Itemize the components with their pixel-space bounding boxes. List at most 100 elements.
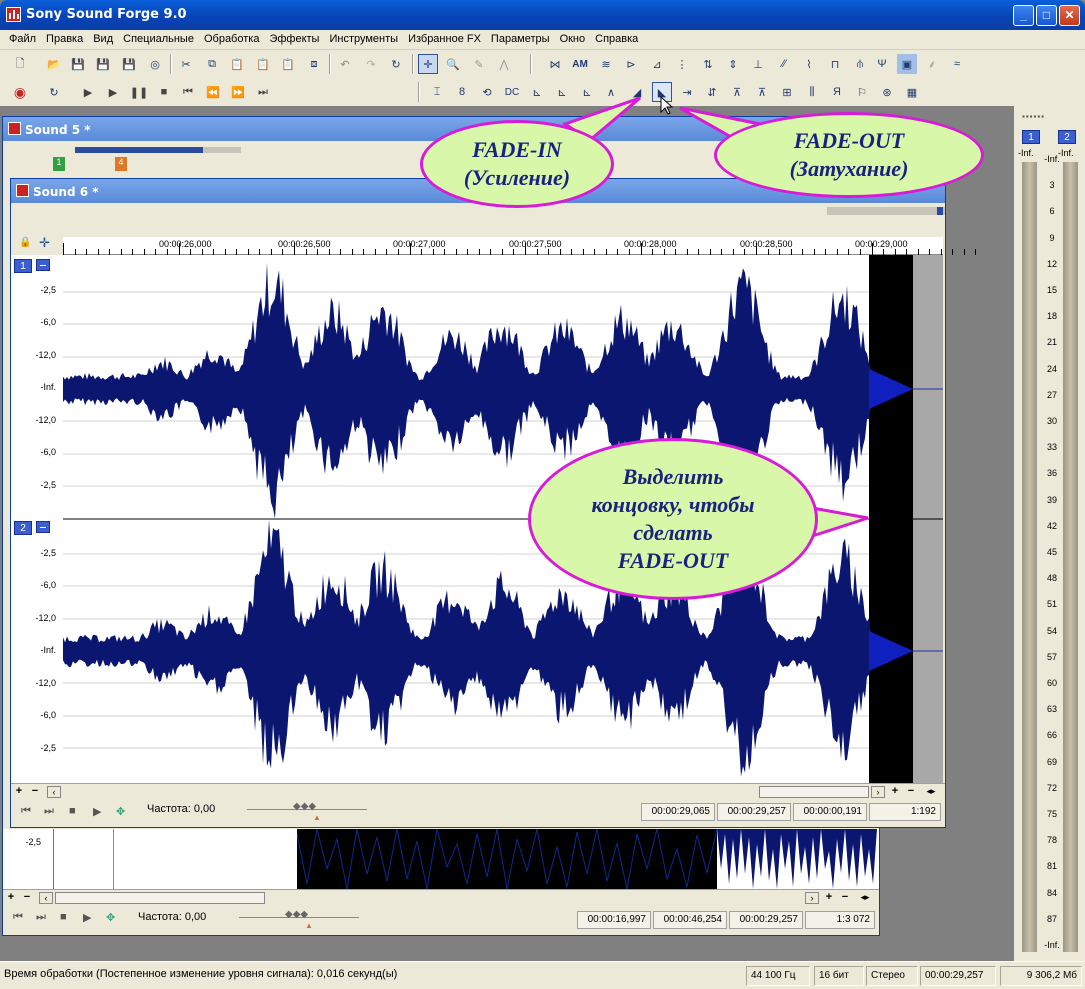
scroll-left-button[interactable]: ‹ [47, 786, 61, 798]
menu-window[interactable]: Окно [555, 30, 591, 49]
reverb-icon[interactable]: ⊓ [825, 54, 845, 74]
scroll-thumb[interactable] [55, 892, 265, 904]
scrub-icon[interactable]: ✥ [106, 911, 115, 924]
close-button[interactable]: ✕ [1059, 5, 1080, 26]
sound6-overview[interactable] [11, 203, 945, 217]
bit-depth[interactable]: 16 бит [814, 966, 864, 986]
copy-icon[interactable]: ⧉ [202, 54, 222, 74]
chorus-icon[interactable]: ≋ [596, 54, 616, 74]
go-to-end-icon[interactable]: ⏭ [36, 911, 46, 924]
forward-icon[interactable]: ⏩ [228, 82, 248, 102]
paragraphic-eq-icon[interactable]: ⊾ [552, 82, 572, 102]
bend-icon[interactable]: ⌇ [799, 54, 819, 74]
lock-icon[interactable]: 🔒 [19, 237, 31, 248]
menu-effects[interactable]: Эффекты [264, 30, 324, 49]
repeat-icon[interactable]: ↻ [386, 54, 406, 74]
sample-rate[interactable]: 44 100 Гц [746, 966, 810, 986]
delay-icon[interactable]: ⊿ [647, 54, 667, 74]
edit-tool-icon[interactable]: ✛ [418, 54, 438, 74]
insert-silence-icon[interactable]: ⌶ [427, 82, 447, 102]
mute-icon[interactable]: ⊼ [727, 82, 747, 102]
zoom-out-button[interactable]: − [905, 786, 917, 798]
play-icon[interactable]: ▶ [83, 911, 91, 924]
marker-1[interactable]: 1 [53, 157, 65, 171]
go-to-end-icon[interactable]: ⏭ [44, 805, 54, 818]
zoom-in-button[interactable]: + [13, 786, 25, 798]
rate-slider-thumb[interactable]: ◆◆◆ [293, 801, 316, 812]
volume-icon[interactable]: ▦ [902, 82, 922, 102]
vibrato-icon[interactable]: ⫛ [850, 54, 870, 74]
sound6-scrollbar[interactable]: + − ‹ › + − ◂▸ [11, 783, 945, 799]
scrub-icon[interactable]: ✥ [116, 805, 125, 818]
compressor-icon[interactable]: ⊳ [621, 54, 641, 74]
play-icon[interactable]: ▶ [103, 82, 123, 102]
time-ruler[interactable]: 00:00:26,000 00:00:26,500 00:00:27,000 0… [63, 237, 977, 255]
menu-favorites-fx[interactable]: Избранное FX [403, 30, 486, 49]
feather-icon[interactable]: ⸙ [922, 54, 942, 74]
mix-icon[interactable]: 📋 [253, 54, 273, 74]
menu-edit[interactable]: Правка [41, 30, 88, 49]
pencil-tool-icon[interactable]: ✎ [469, 54, 489, 74]
normalize-icon[interactable]: ⊼ [752, 82, 772, 102]
zoom-in-button[interactable]: + [5, 892, 17, 904]
marker-4[interactable]: 4 [115, 157, 127, 171]
envelope-icon[interactable]: ⋈ [545, 54, 565, 74]
noise-gate-icon[interactable]: ≈ [947, 54, 967, 74]
channels-mode[interactable]: Стерео [866, 966, 918, 986]
save-icon[interactable]: 💾 [68, 54, 88, 74]
menu-help[interactable]: Справка [590, 30, 643, 49]
play-icon[interactable]: ▶ [93, 805, 101, 818]
minimize-button[interactable]: _ [1013, 5, 1034, 26]
channel-1-button[interactable]: 1 [14, 259, 32, 273]
scroll-thumb[interactable] [759, 786, 869, 798]
go-to-end-icon[interactable]: ⏭ [253, 82, 273, 102]
zoom-in-button[interactable]: + [889, 786, 901, 798]
wave-hammer-icon[interactable]: ▣ [897, 54, 917, 74]
pitch-icon[interactable]: ⁄⁄ [774, 54, 794, 74]
record-icon[interactable]: ◉ [10, 82, 30, 102]
graphic-eq-icon[interactable]: ⊾ [527, 82, 547, 102]
envelope-graph-icon[interactable]: ∧ [601, 82, 621, 102]
insert-silence-arrows-icon[interactable]: ⇥ [677, 82, 697, 102]
scroll-left-button[interactable]: ‹ [39, 892, 53, 904]
dc-offset-icon[interactable]: DC [502, 82, 522, 102]
distortion-icon[interactable]: ⋮ [672, 54, 692, 74]
parametric-eq-icon[interactable]: ⊾ [577, 82, 597, 102]
scroll-both-button[interactable]: ◂▸ [921, 786, 941, 798]
menu-special[interactable]: Специальные [118, 30, 199, 49]
paste-icon[interactable]: 📋 [227, 54, 247, 74]
menu-view[interactable]: Вид [88, 30, 118, 49]
scroll-right-button[interactable]: › [805, 892, 819, 904]
go-to-start-icon[interactable]: ⏮ [178, 82, 198, 102]
stop-icon[interactable]: ■ [69, 805, 76, 817]
play-all-icon[interactable]: ▶ [78, 82, 98, 102]
save-as-icon[interactable]: 💾 [93, 54, 113, 74]
smooth-icon[interactable]: ⚐ [852, 82, 872, 102]
redo-icon[interactable]: ↷ [361, 54, 381, 74]
gapper-icon[interactable]: ⇕ [723, 54, 743, 74]
stop-icon[interactable]: ■ [154, 82, 174, 102]
resample-icon[interactable]: ⫼ [802, 82, 822, 102]
menu-options[interactable]: Параметры [486, 30, 555, 49]
channel-1-collapse-button[interactable] [36, 259, 50, 271]
zoom-out-button[interactable]: − [29, 786, 41, 798]
tuning-fork-icon[interactable]: Ψ [872, 54, 892, 74]
magnify-tool-icon[interactable]: 🔍 [443, 54, 463, 74]
invert-icon[interactable]: ⇵ [702, 82, 722, 102]
snap-icon[interactable]: ✛ [39, 235, 50, 251]
undo-icon[interactable]: ↶ [335, 54, 355, 74]
pan-icon[interactable]: ⊞ [777, 82, 797, 102]
gate-icon[interactable]: ⊥ [748, 54, 768, 74]
time-stretch-icon[interactable]: ⊛ [877, 82, 897, 102]
am-icon[interactable]: AM [570, 54, 590, 74]
zoom-out-button[interactable]: − [839, 892, 851, 904]
cut-icon[interactable]: ✂ [176, 54, 196, 74]
sound5-scrollbar[interactable]: + − ‹ › + − ◂▸ [3, 889, 879, 905]
open-folder-icon[interactable]: 📂 [44, 54, 64, 74]
paste-new-icon[interactable]: 📋 [278, 54, 298, 74]
publish-icon[interactable]: ◎ [145, 54, 165, 74]
meter-channel-1-button[interactable]: 1 [1022, 130, 1040, 144]
channel-converter-icon[interactable]: ⟲ [477, 82, 497, 102]
meter-channel-2-button[interactable]: 2 [1058, 130, 1076, 144]
sound5-waveform-area[interactable] [3, 829, 879, 889]
